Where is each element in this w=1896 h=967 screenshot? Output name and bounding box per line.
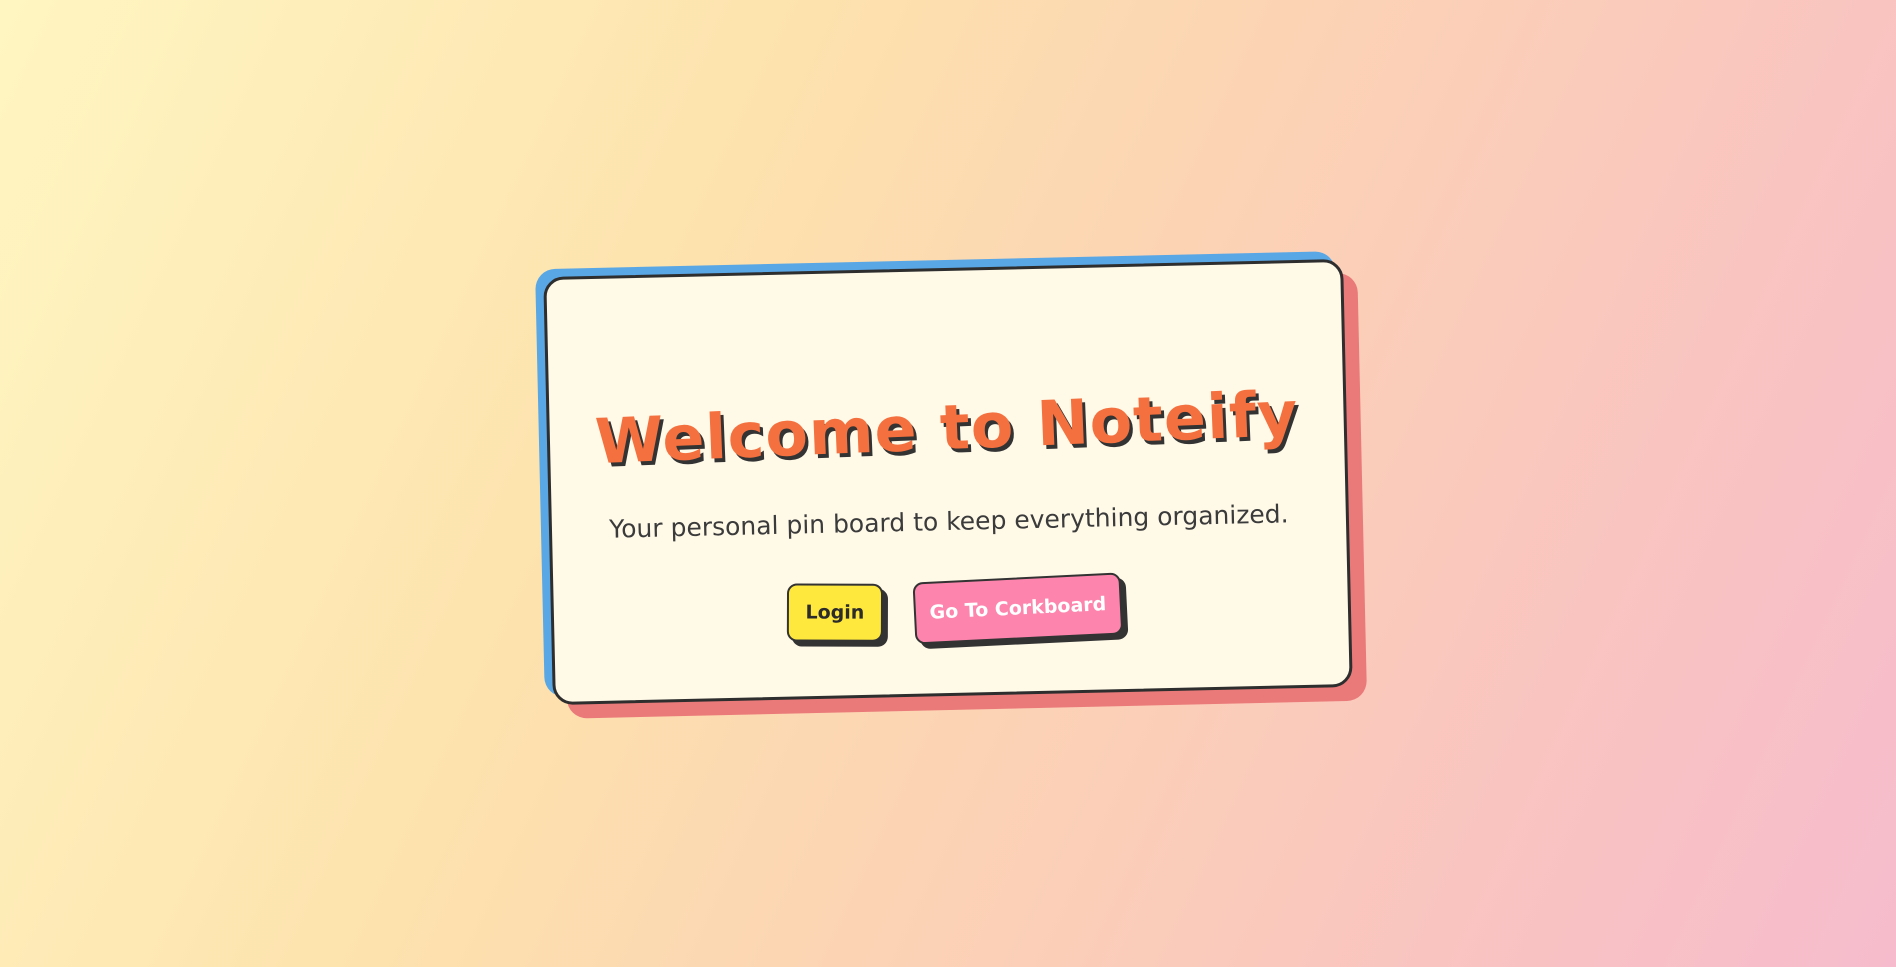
welcome-subtitle: Your personal pin board to keep everythi… — [608, 499, 1289, 544]
go-to-corkboard-button[interactable]: Go To Corkboard — [912, 572, 1124, 645]
welcome-card: Welcome to Noteify Your personal pin boa… — [543, 258, 1353, 706]
welcome-title: Welcome to Noteify — [593, 376, 1300, 479]
login-button[interactable]: Login — [786, 583, 884, 642]
action-buttons: Login Go To Corkboard — [553, 572, 1348, 660]
page-background: Welcome to Noteify Your personal pin boa… — [0, 0, 1896, 967]
welcome-card-wrapper: Welcome to Noteify Your personal pin boa… — [535, 251, 1368, 719]
